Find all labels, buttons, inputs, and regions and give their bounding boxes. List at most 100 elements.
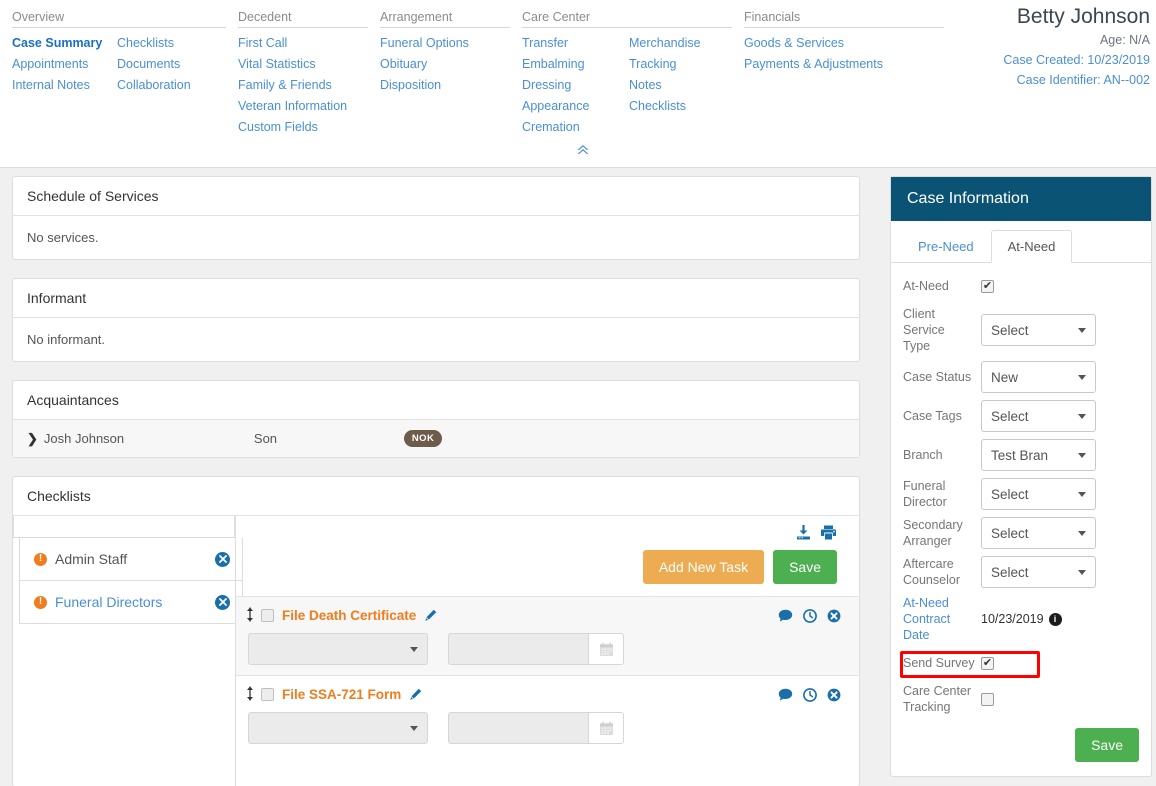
tab-pre-need[interactable]: Pre-Need [901,230,991,263]
nav-link-checklists[interactable]: Checklists [117,33,191,54]
funeral-director-select[interactable]: Select [981,478,1096,510]
panel-title: Schedule of Services [13,177,859,216]
send-survey-checkbox[interactable]: ✔ [981,656,994,670]
task-due-date-input[interactable] [448,712,588,744]
chevron-down-icon [410,646,418,652]
nav-link-transfer[interactable]: Transfer [522,33,629,54]
chevron-down-icon [1078,374,1086,380]
nav-link-appointments[interactable]: Appointments [12,54,117,75]
task-title: File SSA-721 Form [282,687,402,702]
task-row: File SSA-721 Form [236,675,859,754]
add-new-task-button[interactable]: Add New Task [642,550,765,584]
client-service-type-select[interactable]: Select [981,314,1096,346]
care-center-tracking-checkbox[interactable] [981,692,994,706]
nav-link-dressing[interactable]: Dressing [522,75,629,96]
print-icon[interactable] [820,524,837,541]
field-client-service-type: Client Service Type Select [903,306,1139,354]
nav-link-embalming[interactable]: Embalming [522,54,629,75]
nav-group-arrangement: Arrangement Funeral Options Obituary Dis… [380,10,510,138]
task-checkbox[interactable] [261,609,274,622]
comment-icon[interactable] [778,688,793,702]
task-assignee-select[interactable] [248,633,428,665]
select-value: Select [991,322,1029,338]
nav-link-funeral-options[interactable]: Funeral Options [380,33,469,54]
collapse-nav-chevron-up-icon[interactable] [576,144,590,158]
informant-panel: Informant No informant. [12,278,860,362]
nav-link-cremation[interactable]: Cremation [522,117,629,138]
close-icon[interactable] [215,594,230,610]
sidebar-fields: At-Need ✔ Client Service Type Select Cas… [891,263,1151,776]
nav-link-documents[interactable]: Documents [117,54,191,75]
field-label: Care Center Tracking [903,684,972,714]
task-assignee-select[interactable] [248,712,428,744]
nav-link-case-summary[interactable]: Case Summary [12,33,117,54]
task-title: File Death Certificate [282,608,417,623]
delete-icon[interactable] [827,609,841,623]
nav-link-family-friends[interactable]: Family & Friends [238,75,347,96]
drag-handle-icon[interactable] [246,686,254,703]
nav-groups: Overview Case Summary Appointments Inter… [12,10,944,138]
nav-link-goods-services[interactable]: Goods & Services [744,33,883,54]
at-need-checkbox[interactable]: ✔ [981,279,994,293]
comment-icon[interactable] [778,609,793,623]
nav-link-care-checklists[interactable]: Checklists [629,96,701,117]
clock-icon[interactable] [803,687,817,702]
nav-link-appearance[interactable]: Appearance [522,96,629,117]
nav-link-veteran-information[interactable]: Veteran Information [238,96,347,117]
warning-icon: ! [34,552,47,566]
save-checklist-button[interactable]: Save [773,550,837,584]
secondary-arranger-select[interactable]: Select [981,517,1096,549]
task-icons [778,608,859,623]
nav-link-internal-notes[interactable]: Internal Notes [12,75,117,96]
edit-pencil-icon[interactable] [424,609,437,622]
case-age: Age: N/A [1099,33,1150,47]
acquaintance-name: Josh Johnson [43,431,125,446]
nav-group-title: Decedent [238,10,368,28]
case-status-select[interactable]: New [981,361,1096,393]
download-icon[interactable] [795,524,812,541]
nav-link-collaboration[interactable]: Collaboration [117,75,191,96]
drag-handle-icon[interactable] [246,607,254,624]
task-checkbox[interactable] [261,688,274,701]
aftercare-counselor-select[interactable]: Select [981,556,1096,588]
task-due-date-group [448,712,624,744]
nav-link-obituary[interactable]: Obituary [380,54,469,75]
field-label: Branch [903,448,943,462]
nav-link-vital-statistics[interactable]: Vital Statistics [238,54,347,75]
nav-link-notes[interactable]: Notes [629,75,701,96]
checklist-tab-funeral-directors[interactable]: ! Funeral Directors [19,581,243,624]
list-item[interactable]: ❯ Josh Johnson Son NOK [13,420,859,457]
schedule-empty-text: No services. [27,230,99,245]
checklist-tab-admin-staff[interactable]: ! Admin Staff [19,538,243,581]
clock-icon[interactable] [803,608,817,623]
chevron-down-icon [1078,530,1086,536]
field-case-tags: Case Tags Select [903,400,1139,432]
nav-link-disposition[interactable]: Disposition [380,75,469,96]
edit-pencil-icon[interactable] [409,688,422,701]
save-case-information-button[interactable]: Save [1075,728,1139,762]
expand-chevron-right-icon[interactable]: ❯ [27,431,38,447]
nav-link-merchandise[interactable]: Merchandise [629,33,701,54]
checklist-tab-label: Admin Staff [55,551,128,567]
tab-at-need[interactable]: At-Need [990,230,1073,263]
branch-select[interactable]: Test Bran [981,439,1096,471]
acquaintance-relationship: Son [253,431,278,446]
status-badge: NOK [403,430,443,447]
delete-icon[interactable] [827,688,841,702]
case-created: Case Created: 10/23/2019 [1003,53,1150,67]
select-value: Test Bran [991,447,1049,463]
nav-link-custom-fields[interactable]: Custom Fields [238,117,347,138]
close-icon[interactable] [215,551,230,567]
calendar-icon[interactable] [588,633,624,665]
case-tags-select[interactable]: Select [981,400,1096,432]
checklist-toolbar [236,516,859,541]
check-mark-icon: ✔ [982,656,993,669]
field-label[interactable]: At-Need Contract Date [903,595,981,643]
nav-link-payments-adjustments[interactable]: Payments & Adjustments [744,54,883,75]
info-icon[interactable]: i [1048,612,1062,626]
calendar-icon[interactable] [588,712,624,744]
nav-link-first-call[interactable]: First Call [238,33,347,54]
nav-link-tracking[interactable]: Tracking [629,54,701,75]
field-case-status: Case Status New [903,361,1139,393]
task-due-date-input[interactable] [448,633,588,665]
